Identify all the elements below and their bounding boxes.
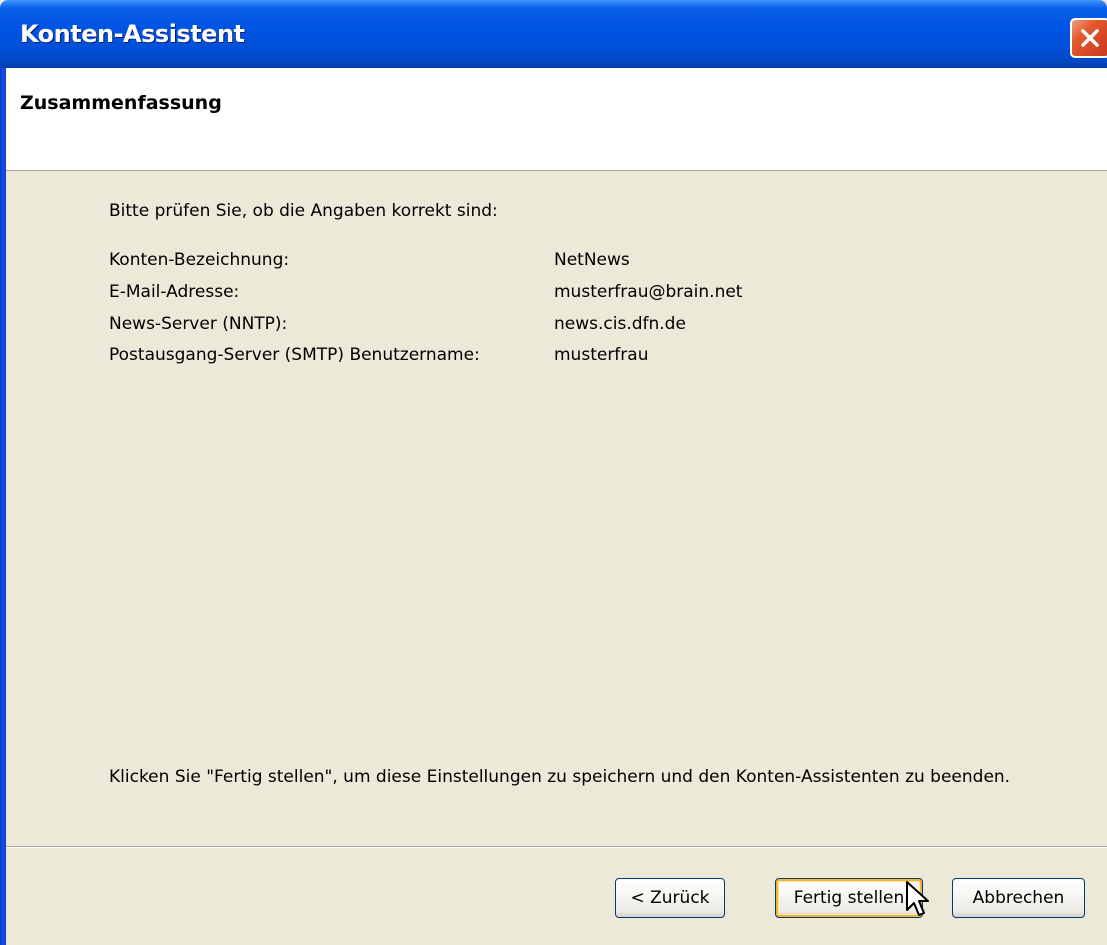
close-icon bbox=[1081, 29, 1099, 47]
title-bar[interactable]: Konten-Assistent bbox=[0, 0, 1107, 68]
cancel-button[interactable]: Abbrechen bbox=[952, 878, 1085, 918]
window-title: Konten-Assistent bbox=[20, 20, 245, 48]
button-separator bbox=[6, 846, 1107, 848]
summary-label: E-Mail-Adresse: bbox=[109, 282, 240, 302]
wizard-header: Zusammenfassung bbox=[6, 68, 1107, 171]
intro-text: Bitte prüfen Sie, ob die Angaben korrekt… bbox=[109, 201, 498, 221]
back-button[interactable]: < Zurück bbox=[615, 878, 725, 918]
summary-label: Postausgang-Server (SMTP) Benutzername: bbox=[109, 345, 480, 365]
account-wizard-window: Konten-Assistent Zusammenfassung Bitte p… bbox=[0, 0, 1107, 945]
mouse-pointer-icon bbox=[906, 881, 929, 916]
wizard-content: Bitte prüfen Sie, ob die Angaben korrekt… bbox=[6, 171, 1107, 846]
finish-instructions: Klicken Sie "Fertig stellen", um diese E… bbox=[109, 767, 1011, 787]
summary-label: Konten-Bezeichnung: bbox=[109, 250, 290, 270]
summary-value: NetNews bbox=[554, 250, 630, 270]
summary-value: musterfrau bbox=[554, 345, 649, 365]
page-title: Zusammenfassung bbox=[20, 92, 222, 114]
summary-label: News-Server (NNTP): bbox=[109, 314, 288, 334]
summary-value: musterfrau@brain.net bbox=[554, 282, 743, 302]
finish-button[interactable]: Fertig stellen bbox=[775, 878, 923, 918]
summary-value: news.cis.dfn.de bbox=[554, 314, 686, 334]
close-button[interactable] bbox=[1070, 18, 1107, 58]
